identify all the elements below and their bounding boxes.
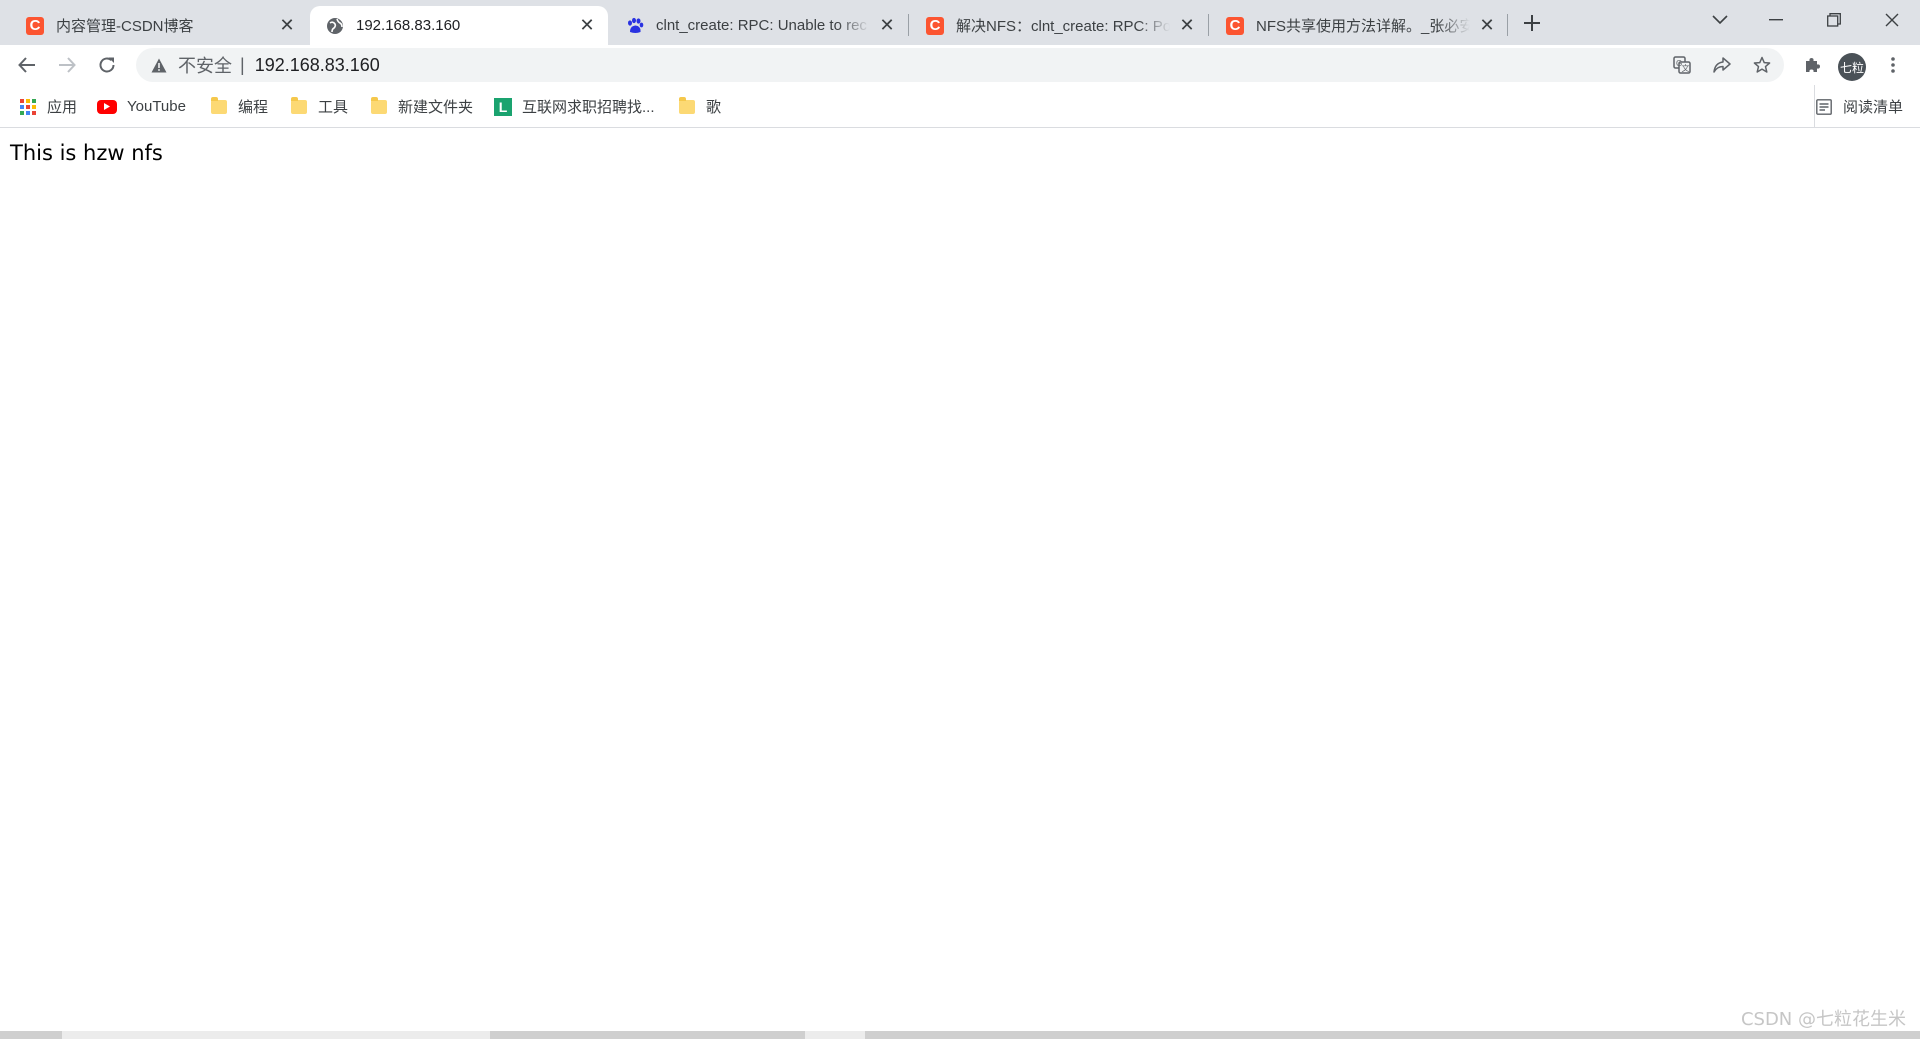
restore-button[interactable] bbox=[1806, 0, 1862, 40]
url-text[interactable]: 192.168.83.160 bbox=[255, 55, 380, 76]
bookmark-label: 编程 bbox=[238, 99, 269, 116]
warning-icon[interactable] bbox=[150, 56, 168, 74]
close-window-button[interactable] bbox=[1864, 0, 1920, 40]
bookmark-label: 新建文件夹 bbox=[398, 99, 474, 116]
tab-title: 192.168.83.160 bbox=[356, 17, 461, 34]
globe-icon bbox=[326, 17, 344, 35]
arrow-right-icon bbox=[59, 57, 76, 73]
page-content: This is hzw nfs CSDN @七粒花生米 bbox=[0, 129, 1920, 1039]
folder-icon bbox=[210, 96, 228, 116]
bookmark-label: 互联网求职招聘找... bbox=[522, 99, 655, 116]
close-icon[interactable]: ✕ bbox=[1176, 15, 1198, 37]
forward-button[interactable] bbox=[49, 47, 85, 83]
address-bar[interactable]: 不安全 | 192.168.83.160 G文 bbox=[136, 48, 1784, 82]
bookmark-label: 阅读清单 bbox=[1843, 99, 1904, 116]
folder-icon bbox=[678, 96, 696, 116]
translate-icon[interactable]: G文 bbox=[1664, 48, 1700, 82]
bookmark-folder-new[interactable]: 新建文件夹 bbox=[370, 85, 473, 128]
tab-active-ip[interactable]: 192.168.83.160 ✕ bbox=[310, 6, 608, 45]
puzzle-icon bbox=[1806, 58, 1820, 72]
tab-search-button[interactable] bbox=[1692, 0, 1748, 40]
arrow-left-icon bbox=[18, 57, 35, 73]
menu-button[interactable] bbox=[1875, 47, 1911, 83]
separator: | bbox=[240, 54, 245, 75]
tab-separator bbox=[1208, 14, 1209, 36]
bookmarks-bar: 应用 YouTube 编程 工具 新建文件夹 L 互联网求职招聘找... 歌 阅… bbox=[0, 85, 1920, 128]
bookmark-apps[interactable]: 应用 bbox=[19, 85, 77, 128]
tab-nfs-guide[interactable]: C NFS共享使用方法详解。_张必安 ✕ bbox=[1210, 6, 1508, 45]
restore-icon bbox=[1827, 13, 1841, 27]
minimize-button[interactable] bbox=[1748, 0, 1804, 40]
watermark: CSDN @七粒花生米 bbox=[1740, 1009, 1906, 1030]
chevron-down-icon bbox=[1712, 15, 1728, 25]
folder-icon bbox=[290, 96, 308, 116]
toolbar: 不安全 | 192.168.83.160 G文 七粒 bbox=[0, 45, 1920, 85]
tab-separator bbox=[1507, 14, 1508, 36]
tab-title: clnt_create: RPC: Unable to rec bbox=[656, 17, 867, 34]
close-icon[interactable]: ✕ bbox=[276, 15, 298, 37]
tab-title: 解决NFS：clnt_create: RPC: Por bbox=[956, 18, 1170, 35]
bookmark-label: 歌 bbox=[706, 99, 722, 116]
bookmark-liepin[interactable]: L 互联网求职招聘找... bbox=[494, 85, 655, 128]
close-icon bbox=[1885, 13, 1899, 27]
reading-list-button[interactable]: 阅读清单 bbox=[1814, 85, 1903, 128]
youtube-icon bbox=[97, 98, 117, 116]
close-icon[interactable]: ✕ bbox=[876, 15, 898, 37]
tab-baidu-rpc[interactable]: clnt_create: RPC: Unable to rec ✕ bbox=[610, 6, 908, 45]
bookmark-folder-tools[interactable]: 工具 bbox=[290, 85, 348, 128]
tab-nfs-fix[interactable]: C 解决NFS：clnt_create: RPC: Por ✕ bbox=[910, 6, 1208, 45]
taskbar-strip bbox=[0, 1031, 1920, 1039]
liepin-icon: L bbox=[494, 97, 512, 116]
svg-text:文: 文 bbox=[1682, 63, 1690, 73]
taskbar-segment bbox=[62, 1031, 490, 1039]
security-label[interactable]: 不安全 bbox=[178, 52, 232, 78]
tab-separator bbox=[908, 14, 909, 36]
tab-title: 内容管理-CSDN博客 bbox=[56, 18, 194, 35]
reading-list-icon bbox=[1815, 98, 1833, 116]
reload-icon bbox=[99, 57, 115, 73]
bookmark-youtube[interactable]: YouTube bbox=[97, 85, 186, 128]
bookmark-star-icon[interactable] bbox=[1744, 48, 1780, 82]
bookmark-label: YouTube bbox=[127, 98, 186, 115]
taskbar-segment bbox=[805, 1031, 865, 1039]
tab-strip: C 内容管理-CSDN博客 ✕ 192.168.83.160 ✕ clnt_cr… bbox=[0, 0, 1920, 45]
reload-button[interactable] bbox=[89, 47, 125, 83]
minimize-icon bbox=[1769, 19, 1783, 21]
extensions-button[interactable] bbox=[1794, 47, 1830, 83]
folder-icon bbox=[370, 96, 388, 116]
close-icon[interactable]: ✕ bbox=[576, 15, 598, 37]
plus-icon bbox=[1524, 15, 1540, 31]
share-icon[interactable] bbox=[1704, 48, 1740, 82]
close-icon[interactable]: ✕ bbox=[1476, 15, 1498, 37]
tab-title: NFS共享使用方法详解。_张必安 bbox=[1256, 18, 1470, 35]
bookmark-folder-programming[interactable]: 编程 bbox=[210, 85, 268, 128]
csdn-icon: C bbox=[926, 16, 944, 35]
page-body-text: This is hzw nfs bbox=[10, 141, 163, 165]
bookmark-label: 应用 bbox=[47, 99, 78, 116]
new-tab-button[interactable] bbox=[1518, 9, 1546, 37]
apps-grid-icon bbox=[19, 98, 37, 116]
kebab-menu-icon bbox=[1891, 57, 1895, 73]
csdn-icon: C bbox=[26, 16, 44, 35]
baidu-paw-icon bbox=[626, 17, 644, 35]
avatar[interactable]: 七粒 bbox=[1838, 53, 1866, 81]
bookmark-folder-songs[interactable]: 歌 bbox=[678, 85, 721, 128]
csdn-icon: C bbox=[1226, 16, 1244, 35]
bookmark-label: 工具 bbox=[318, 99, 349, 116]
back-button[interactable] bbox=[9, 47, 45, 83]
tab-csdn-content[interactable]: C 内容管理-CSDN博客 ✕ bbox=[10, 6, 308, 45]
